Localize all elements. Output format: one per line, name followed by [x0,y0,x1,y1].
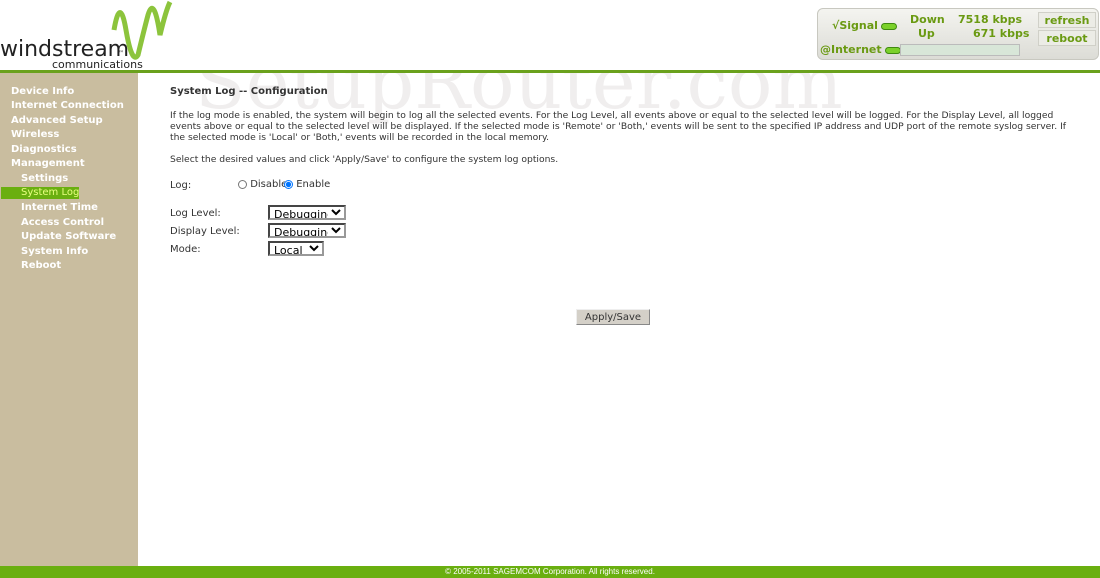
log-enable-radio[interactable]: Enable [284,179,330,190]
status-panel: √Signal @Internet Down Up 7518 kbps 671 … [817,8,1099,60]
signal-led-icon [880,22,897,30]
nav-access-control[interactable]: Access Control [21,217,104,228]
nav-diagnostics[interactable]: Diagnostics [11,144,77,155]
nav-internet-connection[interactable]: Internet Connection [11,100,124,111]
up-rate: 671 kbps [973,27,1030,40]
display-level-label: Display Level: [170,226,240,237]
log-label: Log: [170,180,192,191]
internet-status: @Internet [820,43,901,56]
nav-reboot[interactable]: Reboot [21,260,61,271]
log-level-label: Log Level: [170,208,221,219]
mode-select[interactable]: Local [268,241,324,256]
signal-status: √Signal [832,19,897,32]
sidebar: Device Info Internet Connection Advanced… [0,73,138,566]
apply-save-button[interactable]: Apply/Save [576,309,650,325]
instructions: Select the desired values and click 'App… [170,154,559,165]
description-line-3: the selected mode is 'Local' or 'Both,' … [170,132,550,143]
display-level-select[interactable]: Debugging [268,223,346,238]
nav-update-software[interactable]: Update Software [21,231,116,242]
internet-led-icon [884,46,901,54]
mode-label: Mode: [170,244,201,255]
log-disable-radio[interactable]: Disable [238,179,287,190]
description-line-1: If the log mode is enabled, the system w… [170,110,1054,121]
nav-system-info[interactable]: System Info [21,246,88,257]
nav-system-log[interactable]: System Log [1,187,79,199]
description-line-2: events above or equal to the selected le… [170,121,1067,132]
up-label: Up [918,27,935,40]
reboot-button[interactable]: reboot [1038,30,1096,46]
nav-device-info[interactable]: Device Info [11,86,74,97]
nav-wireless[interactable]: Wireless [11,129,59,140]
refresh-button[interactable]: refresh [1038,12,1096,28]
down-label: Down [910,13,945,26]
footer: © 2005-2011 SAGEMCOM Corporation. All ri… [0,566,1100,578]
brand-tm: ™ [118,50,124,57]
header-divider [0,70,1100,73]
nav-settings[interactable]: Settings [21,173,68,184]
nav-advanced-setup[interactable]: Advanced Setup [11,115,103,126]
connection-bar [900,44,1020,56]
nav-internet-time[interactable]: Internet Time [21,202,98,213]
down-rate: 7518 kbps [958,13,1023,26]
nav-management[interactable]: Management [11,158,85,169]
windstream-logo: windstream ™ communications [0,0,180,71]
header: windstream ™ communications √Signal @Int… [0,0,1100,71]
log-level-select[interactable]: Debugging [268,205,346,220]
page-title: System Log -- Configuration [170,86,328,97]
